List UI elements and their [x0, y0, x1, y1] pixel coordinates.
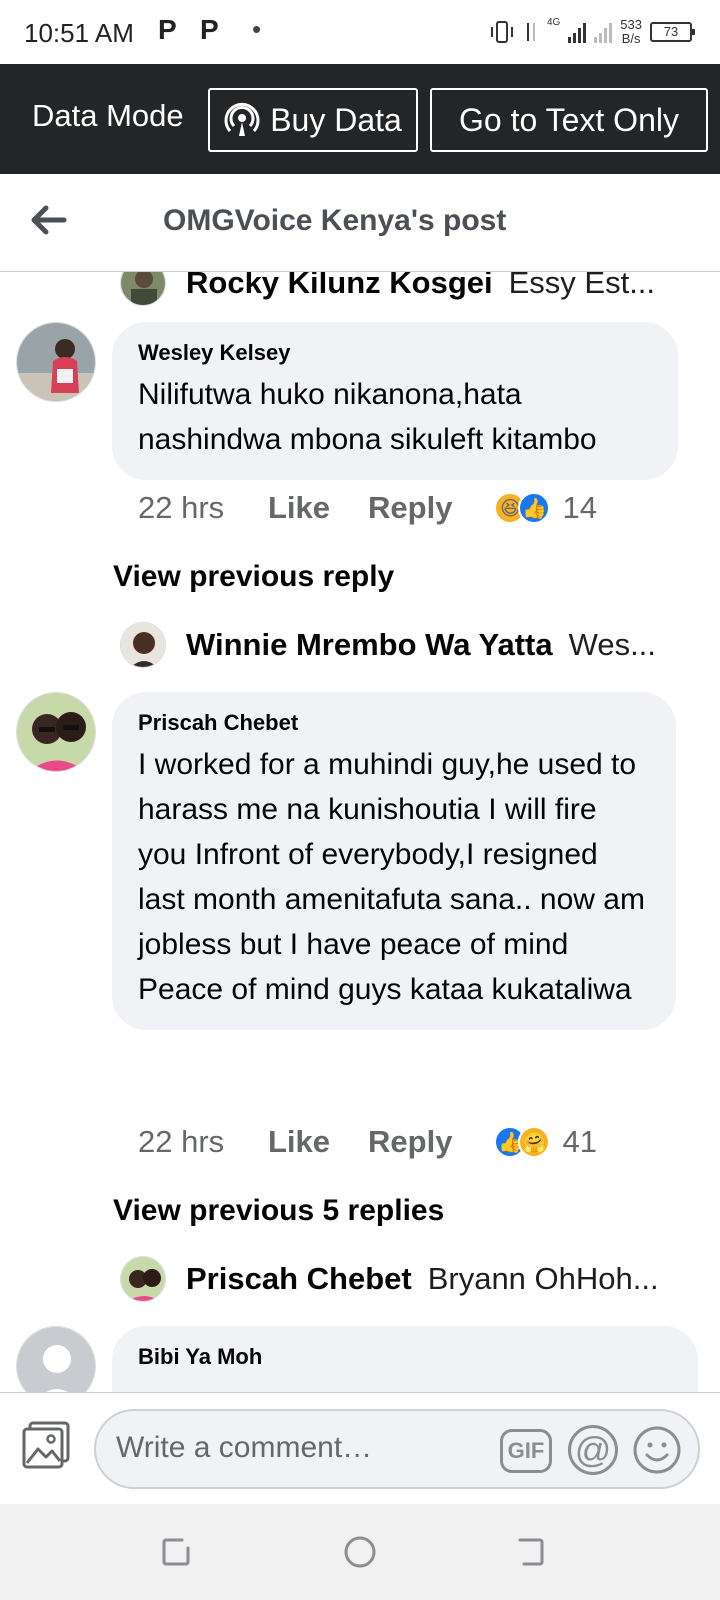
avatar[interactable] — [120, 622, 166, 668]
reply-snippet: Essy Est... — [508, 272, 656, 300]
reply-author[interactable]: Rocky Kilunz Kosgei — [186, 272, 493, 301]
comments-feed[interactable]: Rocky Kilunz Kosgei Essy Est... Wesley K… — [0, 272, 720, 1392]
notification-icon: P — [158, 14, 177, 45]
emoji-icon[interactable] — [632, 1425, 682, 1475]
status-indicators: 4G 533 B/s 73 — [489, 14, 695, 50]
reply-snippet: Bryann OhHoh... — [427, 1261, 659, 1296]
more-notifications-icon: • — [252, 14, 262, 44]
status-bar: 10:51 AM P P • 4G 533 B/s 73 — [0, 0, 720, 64]
like-reaction-icon: 👍 — [518, 492, 551, 524]
reply-preview[interactable]: Priscah Chebet Bryann OhHoh... — [120, 1256, 659, 1302]
comment-meta: 22 hrs Like Reply 👍 🤗 41 — [138, 1124, 597, 1160]
comment-author[interactable]: Priscah Chebet — [138, 710, 650, 736]
network-type: 4G — [546, 16, 561, 28]
buy-data-button[interactable]: Buy Data — [208, 88, 418, 152]
gif-icon[interactable]: GIF — [500, 1429, 552, 1473]
broadcast-icon — [224, 102, 260, 136]
photo-icon[interactable] — [20, 1419, 72, 1471]
like-button[interactable]: Like — [268, 1124, 330, 1160]
page-title: OMGVoice Kenya's post — [163, 204, 507, 237]
buy-data-label: Buy Data — [270, 101, 402, 138]
signal-icon — [568, 21, 587, 43]
data-mode-banner: Data Mode Buy Data Go to Text Only — [0, 64, 720, 174]
recents-icon[interactable] — [158, 1534, 194, 1570]
back-icon[interactable] — [512, 1534, 548, 1570]
reactions[interactable]: 👍 🤗 41 — [494, 1124, 597, 1160]
reply-author[interactable]: Winnie Mrembo Wa Yatta — [186, 627, 553, 663]
home-icon[interactable] — [342, 1534, 378, 1570]
comment-bubble[interactable]: Wesley Kelsey Nilifutwa huko nikanona,ha… — [112, 322, 678, 480]
reaction-count: 14 — [562, 490, 597, 525]
comment-author[interactable]: Bibi Ya Moh — [138, 1344, 672, 1370]
back-arrow-icon[interactable] — [26, 200, 70, 240]
comment-bubble[interactable]: Bibi Ya Moh — [112, 1326, 698, 1392]
reply-author[interactable]: Priscah Chebet — [186, 1261, 412, 1297]
reply-button[interactable]: Reply — [368, 1124, 452, 1160]
page-header: OMGVoice Kenya's post — [0, 174, 720, 272]
reply-snippet: Wes... — [568, 627, 656, 662]
like-button[interactable]: Like — [268, 490, 330, 526]
avatar[interactable] — [120, 1256, 166, 1302]
comment-bubble[interactable]: Priscah Chebet I worked for a muhindi gu… — [112, 692, 676, 1030]
comment-time[interactable]: 22 hrs — [138, 1124, 268, 1160]
reply-preview[interactable]: Rocky Kilunz Kosgei Essy Est... — [120, 272, 655, 306]
avatar[interactable] — [120, 272, 166, 306]
comment-input-box[interactable]: Write a comment… GIF @ — [94, 1409, 700, 1489]
system-nav-bar — [0, 1504, 720, 1600]
comment-meta: 22 hrs Like Reply 😆 👍 14 — [138, 490, 597, 526]
notification-icon: P — [200, 14, 219, 45]
mention-icon[interactable]: @ — [568, 1425, 618, 1475]
view-previous-replies[interactable]: View previous reply — [113, 560, 394, 594]
reaction-count: 41 — [562, 1124, 597, 1159]
network-speed: 533 B/s — [620, 17, 642, 46]
vibrate-icon — [490, 21, 513, 43]
comment-input[interactable]: Write a comment… — [116, 1431, 372, 1465]
data-transfer-icon — [526, 23, 535, 41]
reply-button[interactable]: Reply — [368, 490, 452, 526]
signal-icon-secondary — [594, 21, 613, 43]
avatar[interactable] — [16, 322, 96, 402]
reactions[interactable]: 😆 👍 14 — [494, 490, 597, 526]
comment-author[interactable]: Wesley Kelsey — [138, 340, 652, 366]
reply-preview[interactable]: Winnie Mrembo Wa Yatta Wes... — [120, 622, 656, 668]
status-time: 10:51 AM — [24, 18, 134, 48]
text-only-button[interactable]: Go to Text Only — [430, 88, 708, 152]
care-reaction-icon: 🤗 — [518, 1126, 551, 1158]
comment-composer: Write a comment… GIF @ — [0, 1392, 720, 1504]
battery-icon: 73 — [650, 22, 695, 42]
data-mode-label: Data Mode — [32, 98, 184, 133]
avatar[interactable] — [16, 692, 96, 772]
avatar[interactable] — [16, 1326, 96, 1392]
view-previous-replies[interactable]: View previous 5 replies — [113, 1194, 444, 1228]
comment-time[interactable]: 22 hrs — [138, 490, 268, 526]
comment-text: Nilifutwa huko nikanona,hata nashindwa m… — [138, 378, 597, 456]
comment-text: I worked for a muhindi guy,he used to ha… — [138, 748, 645, 1006]
